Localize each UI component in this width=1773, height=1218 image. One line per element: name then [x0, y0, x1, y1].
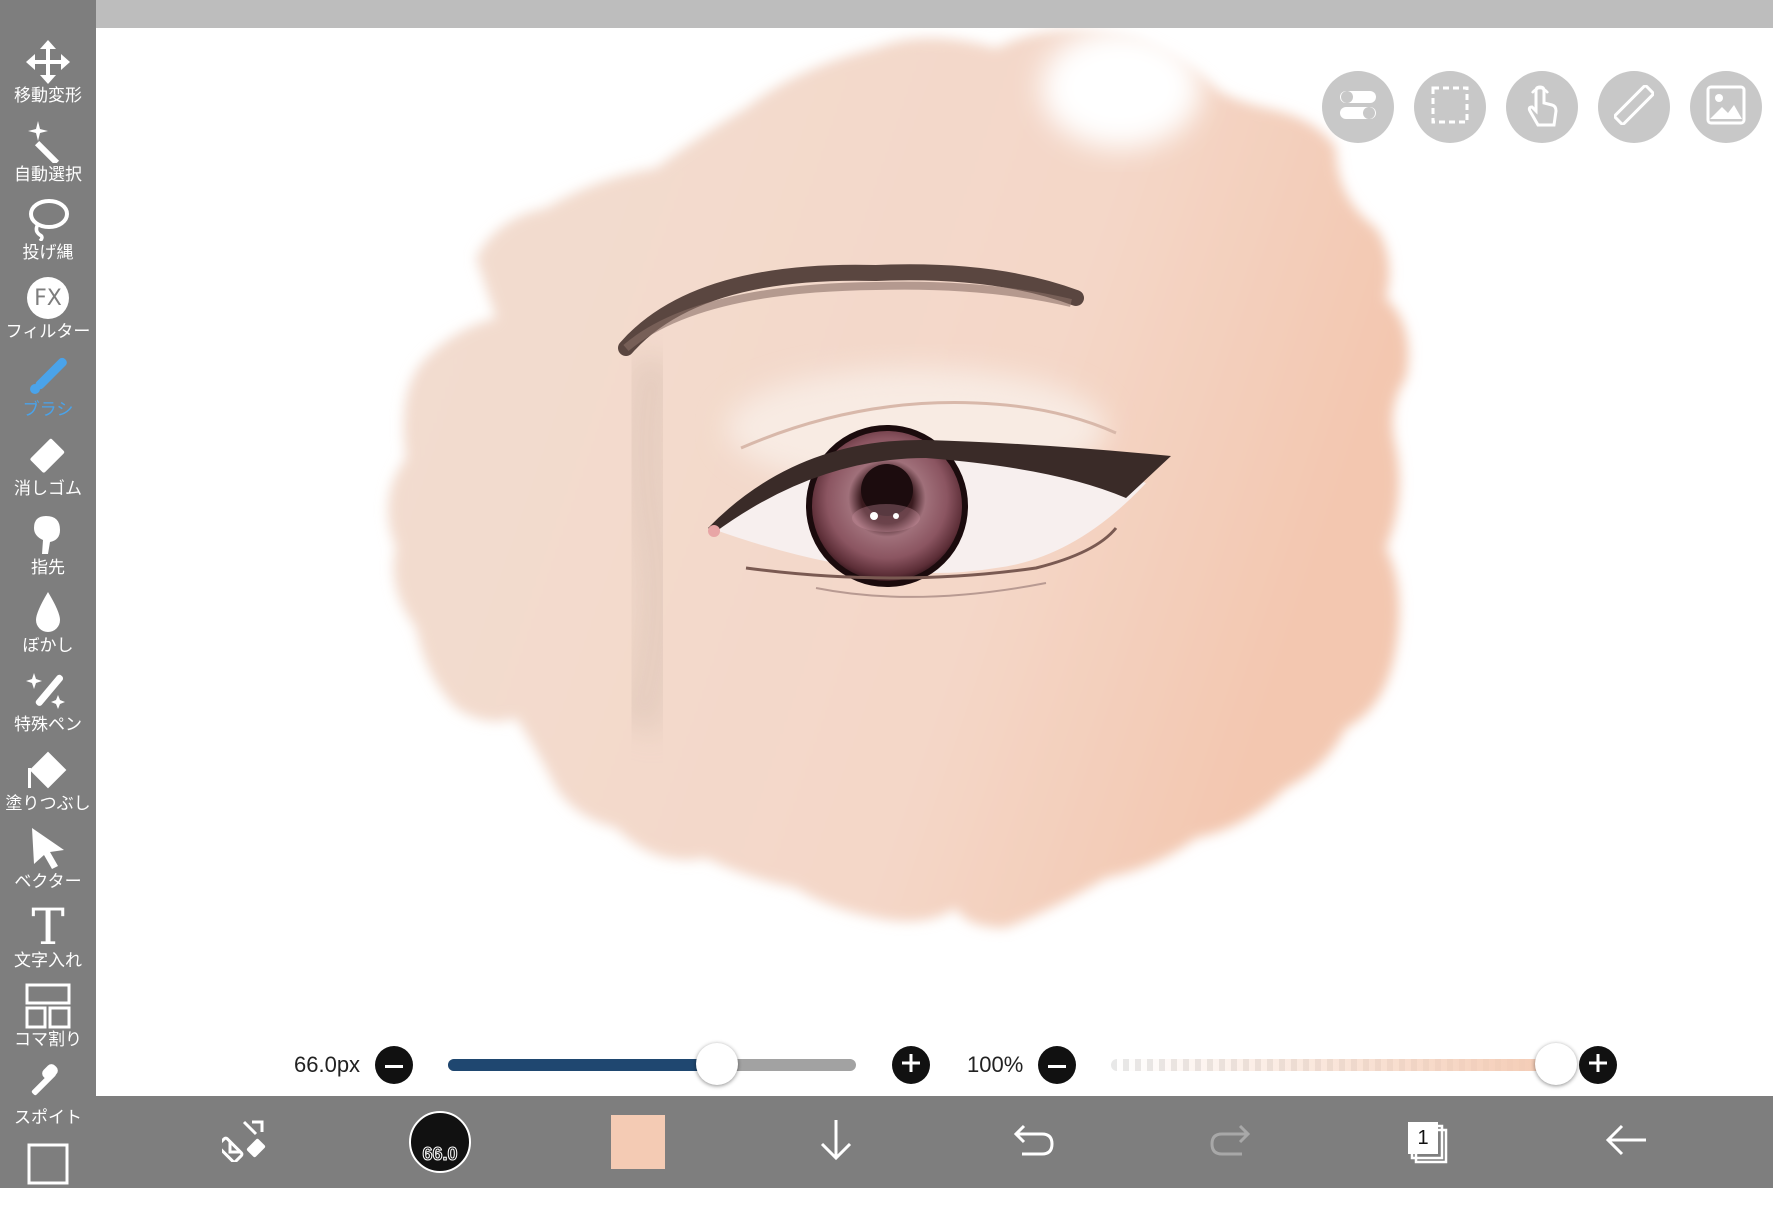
brush-size-increase-button[interactable]	[892, 1046, 930, 1084]
tool-label: 移動変形	[14, 86, 82, 106]
ruler-icon	[1613, 84, 1655, 130]
tool-panel-divide[interactable]: コマ割り	[0, 982, 96, 1060]
touch-icon	[1522, 83, 1562, 132]
swap-brush-eraser-icon	[216, 1118, 270, 1167]
plus-icon	[902, 1053, 920, 1077]
image-button[interactable]	[1690, 71, 1762, 143]
tool-auto-select[interactable]: 自動選択	[0, 117, 96, 195]
tool-move-transform[interactable]: 移動変形	[0, 38, 96, 116]
tool-finger[interactable]: 指先	[0, 510, 96, 588]
tool-label: 消しゴム	[14, 479, 82, 499]
tool-more[interactable]	[0, 1140, 96, 1218]
tool-label: ぼかし	[22, 636, 74, 656]
tool-label: 指先	[31, 558, 65, 578]
brush-size-fill	[448, 1059, 718, 1071]
swap-tool-button[interactable]	[214, 1110, 278, 1174]
arrow-down-icon	[816, 1116, 856, 1169]
eyedropper-icon	[24, 1060, 72, 1108]
artwork	[388, 28, 1409, 928]
tool-blur[interactable]: ぼかし	[0, 588, 96, 666]
tool-label: 投げ縄	[22, 243, 74, 263]
frame-icon	[24, 1140, 72, 1188]
brush-size-decrease-button[interactable]	[375, 1046, 413, 1084]
fx-icon: FX	[24, 274, 72, 322]
color-button[interactable]	[606, 1110, 670, 1174]
selection-button[interactable]	[1414, 71, 1486, 143]
opacity-value: 100%	[967, 1052, 1024, 1077]
minus-icon	[1048, 1056, 1066, 1074]
eraser-icon	[24, 431, 72, 479]
tool-label: スポイト	[14, 1108, 82, 1128]
blur-drop-icon	[24, 588, 72, 636]
tool-label: 塗りつぶし	[5, 794, 91, 814]
finger-icon	[24, 510, 72, 558]
tool-special-pen[interactable]: 特殊ペン	[0, 667, 96, 745]
tool-eraser[interactable]: 消しゴム	[0, 431, 96, 509]
toggle-button[interactable]	[1322, 71, 1394, 143]
brush-size-value: 66.0px	[294, 1052, 361, 1077]
tool-label: ブラシ	[22, 400, 74, 420]
brush-size-badge: 66.0	[409, 1111, 471, 1173]
current-color-swatch	[611, 1115, 665, 1169]
tool-sidebar: 移動変形 自動選択 投げ縄 FX フィルター ブラシ 消しゴム 指先 ぼかし 特…	[0, 0, 96, 1188]
opacity-knob[interactable]	[1535, 1043, 1577, 1085]
layer-count: 1	[1417, 1126, 1429, 1149]
tool-label: 文字入れ	[14, 951, 82, 971]
plus-icon	[1589, 1053, 1607, 1077]
brush-size-knob[interactable]	[696, 1043, 739, 1085]
touch-button[interactable]	[1506, 71, 1578, 143]
tool-label: 特殊ペン	[14, 715, 82, 735]
opacity-slider[interactable]	[1111, 1059, 1556, 1071]
arrow-left-icon	[1602, 1122, 1650, 1163]
layers-icon: 1	[1404, 1118, 1452, 1166]
minus-icon	[385, 1056, 403, 1074]
tool-fill[interactable]: 塗りつぶし	[0, 746, 96, 824]
brush-size-badge-label: 66.0	[422, 1144, 458, 1165]
back-button[interactable]	[1594, 1110, 1658, 1174]
toggle-icon	[1338, 89, 1378, 126]
opacity-decrease-button[interactable]	[1038, 1046, 1076, 1084]
magic-wand-icon	[24, 117, 72, 165]
download-button[interactable]	[804, 1110, 868, 1174]
brush-size-slider[interactable]	[448, 1059, 856, 1071]
tool-label: ベクター	[14, 872, 82, 892]
undo-icon	[1012, 1122, 1056, 1163]
panel-divide-icon	[24, 982, 72, 1030]
bottom-toolbar: 66.0 1	[96, 1096, 1773, 1188]
tool-text[interactable]: T 文字入れ	[0, 898, 96, 981]
image-icon	[1706, 85, 1746, 130]
drawing-canvas[interactable]	[96, 28, 1773, 1096]
tool-label: 自動選択	[14, 165, 82, 185]
selection-icon	[1430, 85, 1470, 130]
vector-arrow-icon	[24, 824, 72, 872]
text-icon: T	[31, 898, 65, 956]
slider-bar: 66.0px 100%	[96, 1040, 1773, 1090]
layers-button[interactable]: 1	[1396, 1110, 1460, 1174]
brush-icon	[24, 352, 72, 400]
move-icon	[24, 38, 72, 86]
tool-brush[interactable]: ブラシ	[0, 352, 96, 430]
fill-bucket-icon	[24, 746, 72, 794]
opacity-increase-button[interactable]	[1579, 1046, 1617, 1084]
opacity-fill	[1111, 1059, 1556, 1071]
special-pen-icon	[24, 667, 72, 715]
tool-vector[interactable]: ベクター	[0, 824, 96, 902]
top-status-strip	[96, 0, 1773, 28]
redo-icon	[1208, 1122, 1252, 1163]
undo-button[interactable]	[1002, 1110, 1066, 1174]
tool-lasso[interactable]: 投げ縄	[0, 195, 96, 273]
redo-button[interactable]	[1198, 1110, 1262, 1174]
ruler-button[interactable]	[1598, 71, 1670, 143]
lasso-icon	[24, 195, 72, 243]
tool-eyedropper[interactable]: スポイト	[0, 1060, 96, 1138]
brush-size-button[interactable]: 66.0	[408, 1110, 472, 1174]
tool-filter[interactable]: FX フィルター	[0, 274, 96, 352]
tool-label: コマ割り	[14, 1030, 82, 1050]
tool-label: フィルター	[5, 322, 91, 342]
